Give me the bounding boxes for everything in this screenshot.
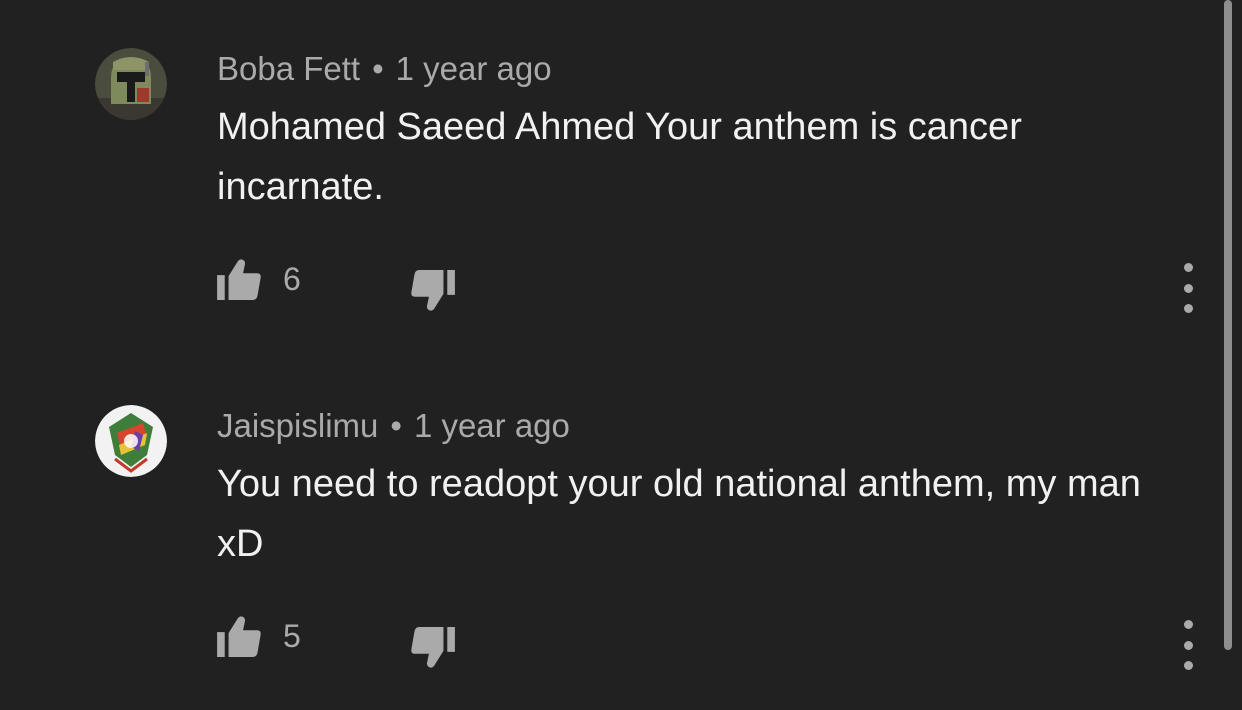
separator-dot: •: [372, 50, 384, 87]
more-dot: [1183, 304, 1193, 313]
avatar[interactable]: [95, 48, 167, 120]
thumbs-down-icon: [411, 270, 455, 311]
dislike-button[interactable]: [409, 270, 455, 312]
scrollbar[interactable]: [1224, 0, 1232, 650]
like-count: 5: [283, 617, 301, 654]
author-name[interactable]: Jaispislimu: [217, 407, 378, 444]
more-options-button[interactable]: [1170, 263, 1206, 313]
avatar[interactable]: [95, 405, 167, 477]
thumbs-up-icon: [217, 616, 261, 657]
comment-time[interactable]: 1 year ago: [414, 407, 570, 444]
comment-time[interactable]: 1 year ago: [396, 50, 552, 87]
emblem-avatar-icon: [95, 405, 167, 477]
comment-text: Mohamed Saeed Ahmed Your anthem is cance…: [217, 106, 1022, 208]
thumbs-down-icon: [411, 627, 455, 668]
comment-meta: Jaispislimu • 1 year ago: [217, 407, 570, 445]
more-dot: [1183, 263, 1193, 272]
like-count: 6: [283, 260, 301, 297]
more-dot: [1183, 640, 1193, 650]
comment-meta: Boba Fett • 1 year ago: [217, 50, 552, 88]
like-button[interactable]: 5: [217, 615, 301, 657]
more-dot: [1183, 620, 1193, 629]
comments-page: Boba Fett • 1 year ago Mohamed Saeed Ahmed…: [0, 0, 1242, 710]
dislike-button[interactable]: [409, 627, 455, 669]
like-button[interactable]: 6: [217, 258, 301, 300]
comment-text: You need to readopt your old national an…: [217, 463, 1141, 565]
more-options-button[interactable]: [1170, 620, 1206, 670]
author-name[interactable]: Boba Fett: [217, 50, 360, 87]
more-dot: [1183, 283, 1193, 293]
thumbs-up-icon: [217, 259, 261, 300]
separator-dot: •: [390, 407, 402, 444]
more-dot: [1183, 661, 1193, 670]
helmet-avatar-icon: [95, 48, 167, 120]
